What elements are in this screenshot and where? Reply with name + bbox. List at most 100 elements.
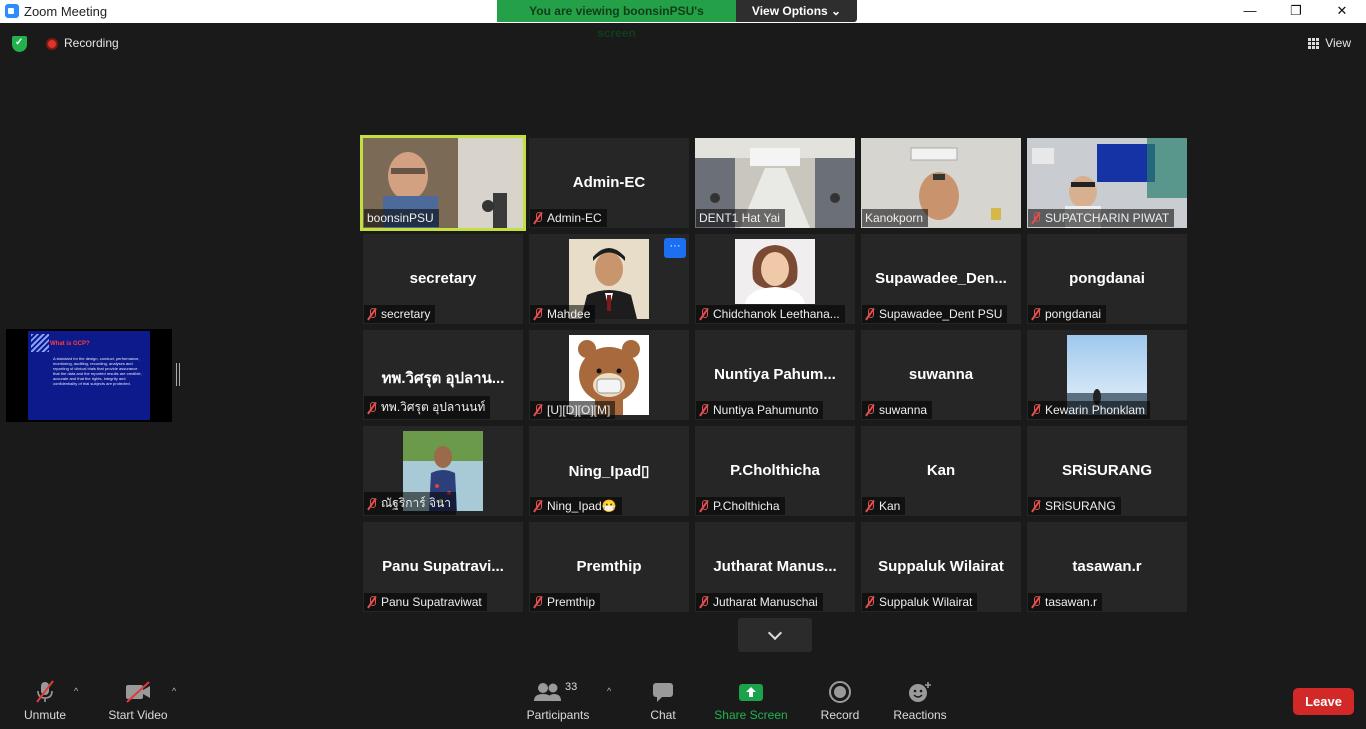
participant-tile[interactable]: Kewarin Phonklam (1027, 330, 1187, 420)
participant-display-name: Premthip (576, 558, 642, 575)
participant-name: P.Cholthicha (713, 499, 780, 513)
leave-button[interactable]: Leave (1293, 688, 1354, 715)
participant-name: Kanokporn (865, 211, 924, 225)
participant-tile[interactable]: tasawan.r tasawan.r (1027, 522, 1187, 612)
participant-tile[interactable]: Kan Kan (861, 426, 1021, 516)
participant-tile[interactable]: Jutharat Manus... Jutharat Manuschai (695, 522, 855, 612)
participant-tile[interactable]: Kanokporn (861, 138, 1021, 228)
participant-name: secretary (381, 307, 431, 321)
participant-tile[interactable]: [U][D][O][M] (529, 330, 689, 420)
security-shield-icon[interactable] (12, 36, 27, 52)
participant-tile[interactable]: DENT1 Hat Yai (695, 138, 855, 228)
participant-tile[interactable]: suwanna suwanna (861, 330, 1021, 420)
participant-display-name: Ning_Ipad▯ (568, 463, 650, 480)
participants-options-caret[interactable]: ^ (607, 686, 611, 696)
video-options-caret[interactable]: ^ (172, 686, 176, 696)
participant-tile[interactable]: ทพ.วิศรุต อุปลาน... ทพ.วิศรุต อุปลานนท์ (363, 330, 523, 420)
minimize-button[interactable]: — (1227, 0, 1273, 23)
mic-muted-icon (533, 500, 543, 512)
participant-tile[interactable]: SUPATCHARIN PIWAT (1027, 138, 1187, 228)
participant-name-label: SRiSURANG (1028, 497, 1121, 515)
participant-tile[interactable]: Nuntiya Pahum... Nuntiya Pahumunto (695, 330, 855, 420)
participant-tile[interactable]: Ning_Ipad▯ Ning_Ipad😷 (529, 426, 689, 516)
mic-muted-icon (699, 500, 709, 512)
participant-name-label: Kan (862, 497, 906, 515)
mic-muted-icon (367, 308, 377, 320)
participant-tile[interactable]: SRiSURANG SRiSURANG (1027, 426, 1187, 516)
participant-name: Mahdee (547, 307, 591, 321)
unmute-label: Unmute (23, 708, 67, 722)
resize-handle[interactable] (176, 363, 180, 386)
participant-name-label: Chidchanok Leethana... (696, 305, 845, 323)
participant-count: 33 (565, 681, 578, 693)
reactions-label: Reactions (893, 708, 947, 722)
screen-share-banner: You are viewing boonsinPSU's screen View… (497, 0, 857, 40)
participant-display-name: Nuntiya Pahum... (714, 366, 836, 383)
reactions-icon (907, 680, 933, 704)
participant-name-label: Mahdee (530, 305, 596, 323)
participant-display-name: Panu Supatravi... (382, 558, 504, 575)
participant-name-label: Nuntiya Pahumunto (696, 401, 824, 419)
participant-tile[interactable]: P.Cholthicha P.Cholthicha (695, 426, 855, 516)
reactions-button[interactable]: Reactions (892, 680, 948, 722)
close-button[interactable]: ✕ (1319, 0, 1365, 23)
participant-name-label: DENT1 Hat Yai (696, 209, 785, 227)
next-page-button[interactable] (738, 618, 812, 652)
slide-title: What is GCP? (50, 341, 90, 347)
participant-name-label: Supawadee_Dent PSU (862, 305, 1008, 323)
chat-button[interactable]: Chat (646, 680, 680, 722)
participant-name: Premthip (547, 595, 596, 609)
participant-name: Panu Supatraviwat (381, 595, 482, 609)
participant-name-label: ทพ.วิศรุต อุปลานนท์ (364, 396, 491, 419)
restore-button[interactable]: ❐ (1273, 0, 1319, 23)
participant-display-name: ทพ.วิศรุต อุปลาน... (381, 370, 505, 387)
mic-muted-icon (1031, 212, 1041, 224)
record-button[interactable]: Record (818, 680, 862, 722)
participant-tile[interactable]: Supawadee_Den... Supawadee_Dent PSU (861, 234, 1021, 324)
participant-name: Kewarin Phonklam (1045, 403, 1146, 417)
participant-tile[interactable]: boonsinPSU (360, 135, 526, 231)
mic-muted-icon (865, 500, 875, 512)
chat-icon (651, 680, 675, 704)
participant-name-label: Panu Supatraviwat (364, 593, 487, 611)
shared-screen-thumbnail[interactable]: What is GCP? A standard for the design, … (6, 329, 172, 422)
participant-tile[interactable]: secretary secretary (363, 234, 523, 324)
participant-name: Kan (879, 499, 901, 513)
participant-tile[interactable]: Panu Supatravi... Panu Supatraviwat (363, 522, 523, 612)
mic-muted-icon (865, 404, 875, 416)
mic-muted-icon (699, 308, 709, 320)
share-screen-button[interactable]: Share Screen (714, 680, 788, 722)
start-video-button[interactable]: Start Video (106, 680, 170, 722)
participant-tile[interactable]: pongdanai pongdanai (1027, 234, 1187, 324)
participant-tile[interactable]: Premthip Premthip (529, 522, 689, 612)
unmute-button[interactable]: Unmute (22, 680, 68, 722)
participant-display-name: P.Cholthicha (730, 462, 820, 479)
participant-name-label: Kewarin Phonklam (1028, 401, 1151, 419)
mic-muted-icon (533, 404, 543, 416)
participant-display-name: SRiSURANG (1061, 462, 1152, 479)
participants-button[interactable]: 33 Participants (526, 680, 590, 722)
mic-muted-icon (533, 596, 543, 608)
mic-muted-icon (533, 308, 543, 320)
participant-name-label: boonsinPSU (364, 209, 439, 227)
participants-icon: 33 (533, 680, 583, 704)
more-options-button[interactable]: ··· (664, 238, 686, 258)
view-button[interactable]: View (1308, 36, 1351, 50)
audio-options-caret[interactable]: ^ (74, 686, 78, 696)
participant-name: Admin-EC (547, 211, 602, 225)
shared-slide: What is GCP? A standard for the design, … (28, 331, 150, 420)
participant-tile[interactable]: ณัฐริการ์ จินา (363, 426, 523, 516)
meeting-topbar: Recording View (0, 23, 1366, 63)
viewing-screen-message: You are viewing boonsinPSU's screen (497, 0, 736, 40)
mic-muted-icon (1031, 596, 1041, 608)
participant-tile[interactable]: Chidchanok Leethana... (695, 234, 855, 324)
mic-muted-icon (1031, 500, 1041, 512)
participant-name: suwanna (879, 403, 928, 417)
mic-muted-icon (367, 596, 377, 608)
view-options-button[interactable]: View Options ⌄ (736, 0, 857, 22)
participant-name: Suppaluk Wilairat (879, 595, 973, 609)
participant-display-name: secretary (409, 270, 477, 287)
participant-tile[interactable]: Suppaluk Wilairat Suppaluk Wilairat (861, 522, 1021, 612)
participant-name-label: Ning_Ipad😷 (530, 497, 622, 515)
participant-tile[interactable]: Admin-EC Admin-EC (529, 138, 689, 228)
